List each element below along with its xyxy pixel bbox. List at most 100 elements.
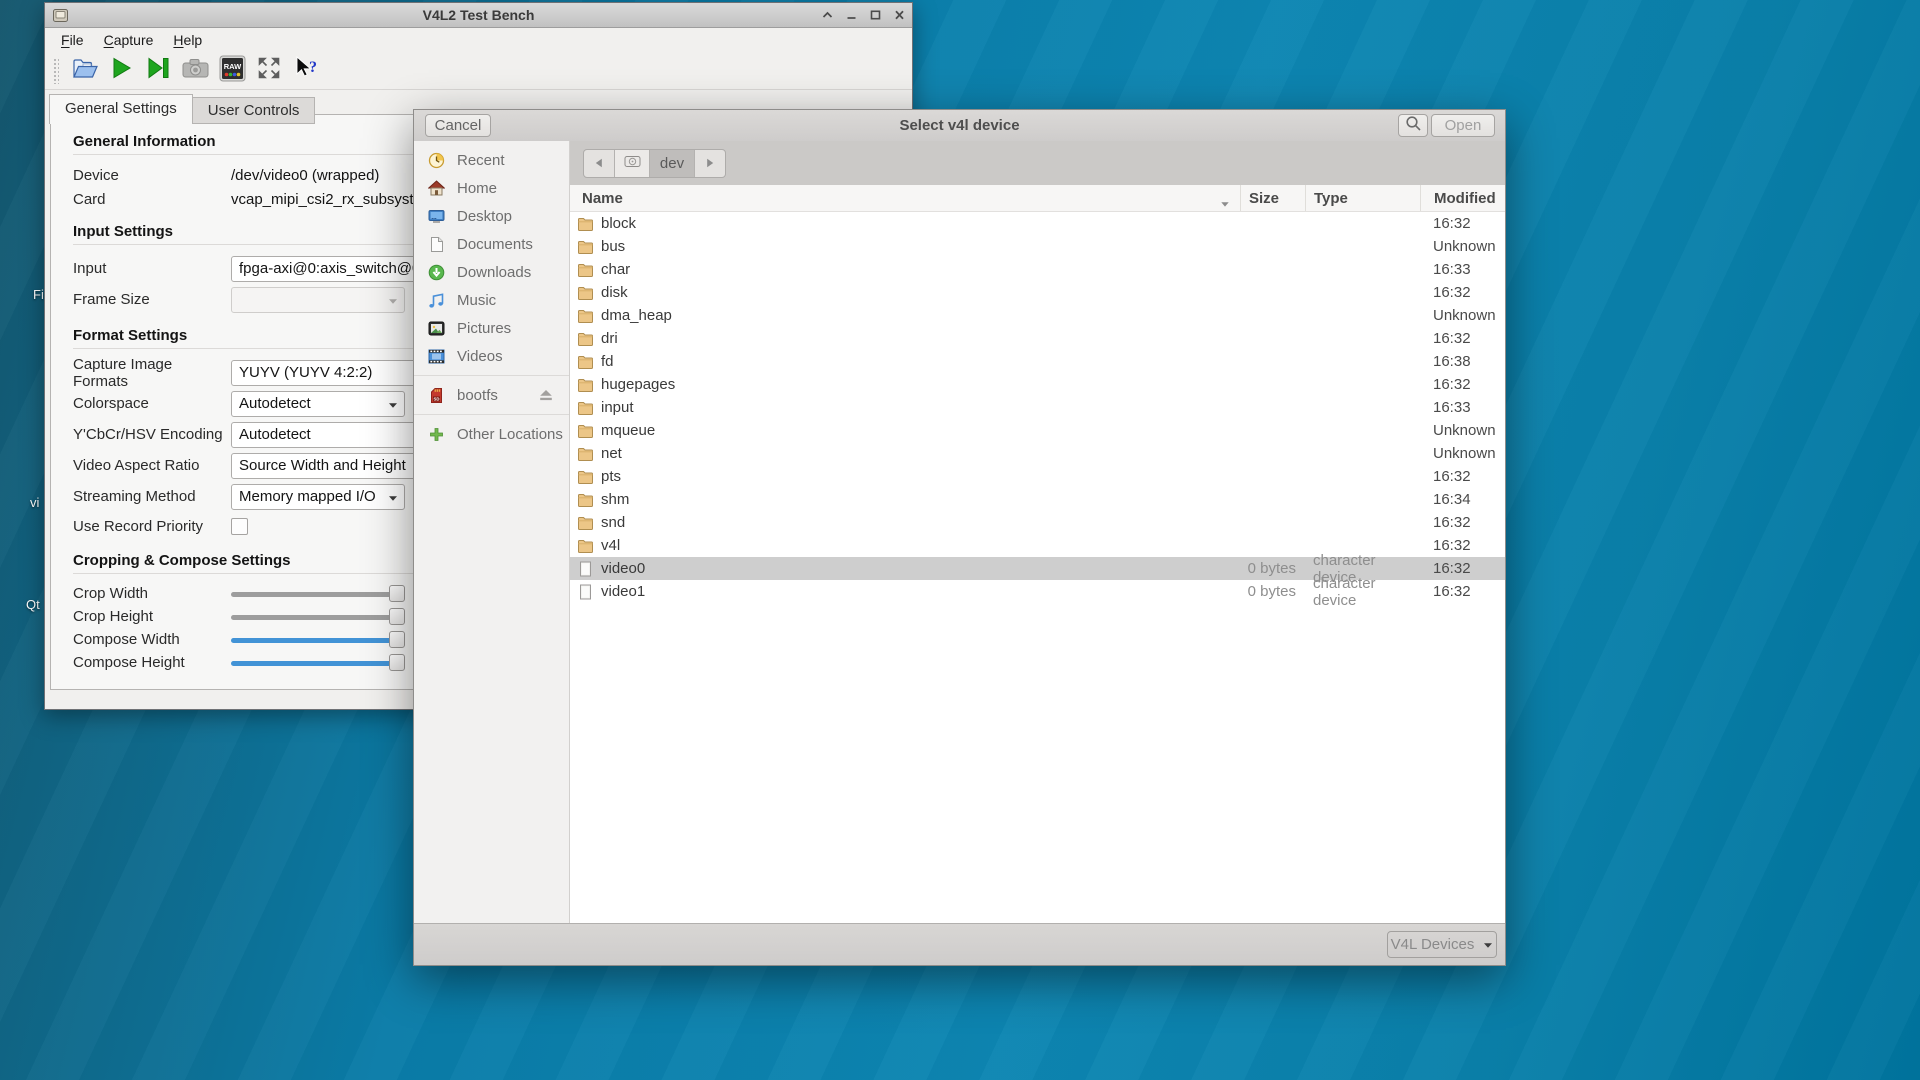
cancel-button[interactable]: Cancel — [425, 114, 491, 137]
desktop-icon-label[interactable]: Fi — [33, 287, 44, 302]
toolbar-grip-handle[interactable] — [53, 58, 59, 84]
recent-icon — [428, 152, 445, 169]
pictures-icon — [428, 321, 445, 336]
use-record-priority-checkbox[interactable] — [231, 518, 248, 535]
column-header-size[interactable]: Size — [1240, 185, 1305, 211]
column-header-type[interactable]: Type — [1305, 185, 1420, 211]
compose-width-slider[interactable] — [231, 631, 405, 649]
file-modified: 16:32 — [1420, 330, 1505, 347]
colorspace-combobox[interactable]: Autodetect — [231, 391, 405, 417]
column-header-modified[interactable]: Modified — [1420, 185, 1506, 211]
file-name: disk — [601, 284, 628, 301]
filesystem-root-button[interactable] — [615, 150, 650, 177]
back-button[interactable] — [584, 150, 615, 177]
desktop: Fi vi Qt V4L2 Test Bench FileCaptureHelp… — [0, 0, 1920, 1080]
slider-thumb[interactable] — [389, 654, 405, 671]
file-row-block[interactable]: block16:32 — [570, 212, 1505, 235]
field-label: Video Aspect Ratio — [73, 457, 231, 474]
snapshot-button[interactable] — [180, 56, 210, 86]
close-icon[interactable] — [893, 10, 906, 20]
step-frame-button[interactable] — [143, 56, 173, 86]
combobox-value: fpga-axi@0:axis_switch@0 — [239, 260, 420, 277]
file-row-hugepages[interactable]: hugepages16:32 — [570, 373, 1505, 396]
back-icon — [595, 155, 603, 172]
eject-icon[interactable] — [539, 389, 553, 401]
file-row-net[interactable]: netUnknown — [570, 442, 1505, 465]
slider-thumb[interactable] — [389, 608, 405, 625]
desktop-icon-label[interactable]: Qt — [26, 597, 40, 612]
sidebar-item-home[interactable]: Home — [414, 174, 569, 202]
raw-capture-button[interactable]: RAW — [217, 56, 247, 86]
sidebar-item-label: Recent — [457, 152, 505, 169]
folder-icon — [577, 493, 594, 507]
search-button[interactable] — [1398, 114, 1428, 137]
file-row-shm[interactable]: shm16:34 — [570, 488, 1505, 511]
field-label: Card — [73, 191, 231, 208]
field-label: Compose Width — [73, 631, 231, 648]
sort-descending-icon — [1220, 195, 1230, 212]
plus-icon — [428, 427, 445, 442]
file-name: fd — [601, 353, 614, 370]
file-row-dma_heap[interactable]: dma_heapUnknown — [570, 304, 1505, 327]
breadcrumb-segment-dev[interactable]: dev — [650, 150, 695, 177]
file-row-char[interactable]: char16:33 — [570, 258, 1505, 281]
menu-capture[interactable]: Capture — [94, 29, 164, 51]
file-row-snd[interactable]: snd16:32 — [570, 511, 1505, 534]
sidebar-item-bootfs[interactable]: SDbootfs — [414, 381, 569, 409]
file-modified: 16:32 — [1420, 376, 1505, 393]
file-filter-combo[interactable]: V4L Devices — [1387, 931, 1497, 958]
file-modified: 16:32 — [1420, 284, 1505, 301]
fullscreen-button[interactable] — [254, 56, 284, 86]
streaming-method-combobox[interactable]: Memory mapped I/O — [231, 484, 405, 510]
step-icon — [146, 56, 171, 85]
file-row-input[interactable]: input16:33 — [570, 396, 1505, 419]
minimize-icon[interactable] — [845, 10, 858, 20]
desktop-icon-label[interactable]: vi — [30, 495, 39, 510]
file-row-pts[interactable]: pts16:32 — [570, 465, 1505, 488]
drive-icon — [624, 154, 641, 173]
file-modified: 16:33 — [1420, 261, 1505, 278]
slider-thumb[interactable] — [389, 585, 405, 602]
folder-icon — [577, 309, 594, 323]
sidebar-item-downloads[interactable]: Downloads — [414, 258, 569, 286]
frame-size-combobox[interactable] — [231, 287, 405, 313]
file-row-disk[interactable]: disk 16:32 — [570, 281, 1505, 304]
tab-general-settings[interactable]: General Settings — [49, 94, 193, 124]
menu-file[interactable]: File — [51, 29, 94, 51]
combobox-value: YUYV (YUYV 4:2:2) — [239, 364, 372, 381]
toolbar: RAW? — [45, 52, 912, 90]
start-capture-button[interactable] — [106, 56, 136, 86]
folder-icon — [577, 217, 594, 231]
slider-thumb[interactable] — [389, 631, 405, 648]
crop-height-slider[interactable] — [231, 608, 405, 626]
sidebar-item-other-locations[interactable]: Other Locations — [414, 420, 569, 448]
column-header-name[interactable]: Name — [570, 185, 1240, 211]
crop-width-slider[interactable] — [231, 585, 405, 603]
svg-text:SD: SD — [434, 396, 440, 401]
open-file-icon — [71, 56, 98, 86]
whats-this-button[interactable]: ? — [291, 56, 321, 86]
file-name-cell: block — [570, 215, 1240, 232]
file-row-video1[interactable]: video10 bytescharacter device16:32 — [570, 580, 1505, 603]
sidebar-item-music[interactable]: Music — [414, 286, 569, 314]
sidebar-item-documents[interactable]: Documents — [414, 230, 569, 258]
open-button[interactable]: Open — [1431, 114, 1495, 137]
forward-button[interactable] — [695, 150, 725, 177]
folder-icon — [577, 286, 594, 300]
tab-user-controls[interactable]: User Controls — [193, 97, 316, 124]
maximize-icon[interactable] — [869, 10, 882, 20]
sidebar-item-desktop[interactable]: Desktop — [414, 202, 569, 230]
file-name: pts — [601, 468, 621, 485]
shade-icon[interactable] — [821, 10, 834, 20]
sidebar-item-videos[interactable]: Videos — [414, 342, 569, 370]
sidebar-item-recent[interactable]: Recent — [414, 146, 569, 174]
menu-help[interactable]: Help — [163, 29, 212, 51]
file-row-bus[interactable]: busUnknown — [570, 235, 1505, 258]
file-name: block — [601, 215, 636, 232]
sidebar-item-pictures[interactable]: Pictures — [414, 314, 569, 342]
file-row-dri[interactable]: dri16:32 — [570, 327, 1505, 350]
compose-height-slider[interactable] — [231, 654, 405, 672]
file-row-fd[interactable]: fd16:38 — [570, 350, 1505, 373]
open-device-button[interactable] — [69, 56, 99, 86]
file-row-mqueue[interactable]: mqueueUnknown — [570, 419, 1505, 442]
